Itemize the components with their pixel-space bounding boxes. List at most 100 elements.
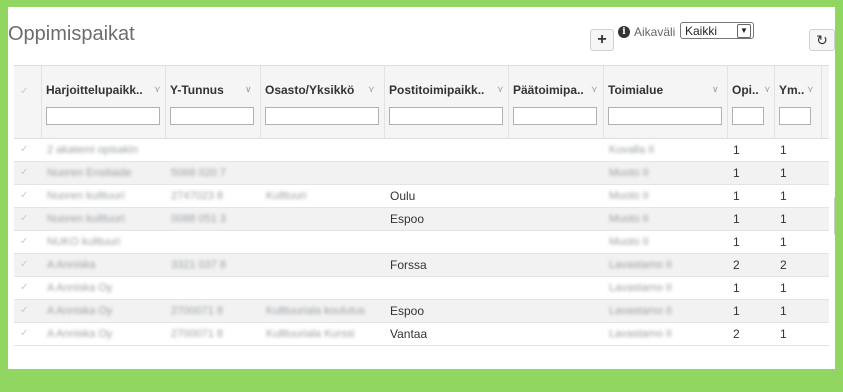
row-checkbox[interactable]: ✓	[20, 167, 28, 178]
col-opi[interactable]: Opi.. ⋎	[728, 66, 775, 138]
table-cell: Kulttuuriala koulutus	[266, 305, 366, 317]
filter-input-harjoittelupaikka[interactable]	[46, 107, 160, 125]
col-toimialue[interactable]: Toimialue ∨	[604, 66, 728, 138]
data-grid: ✓ Harjoittelupaikk.. ⋎ Y-Tunnus ∨ Osasto…	[14, 65, 835, 369]
table-cell: 2	[733, 258, 740, 272]
table-cell: 2	[780, 258, 787, 272]
table-cell: 1	[780, 212, 787, 226]
col-ym[interactable]: Ym.. ⋎	[775, 66, 822, 138]
panel-header: Oppimispaikat + i Aikaväli Kaikki ▼ ↻	[8, 7, 835, 65]
col-paatoimipaikka[interactable]: Päätoimipa.. ⋎	[509, 66, 604, 138]
filter-input-postitoimipaikka[interactable]	[389, 107, 503, 125]
filter-input-osasto[interactable]	[265, 107, 379, 125]
aikavali-label: Aikaväli	[634, 25, 676, 39]
table-cell: A Anniska Oy	[47, 282, 113, 294]
table-cell: 5068 020 7	[171, 167, 227, 179]
table-row[interactable]: ✓ Nuoren kulttuuri 0088 051 3 Espoo Muoto II…	[14, 208, 829, 231]
row-checkbox[interactable]: ✓	[20, 144, 28, 155]
table-row[interactable]: ✓ 2 akatemi opisakin Kuvalla II 1 1	[14, 139, 829, 162]
filter-input-toimialue[interactable]	[608, 107, 722, 125]
col-postitoimipaikka[interactable]: Postitoimipaikk.. ⋎	[385, 66, 509, 138]
table-cell: Lavastamo II	[609, 305, 672, 317]
add-button[interactable]: +	[590, 29, 614, 51]
oppimispaikat-panel: Oppimispaikat + i Aikaväli Kaikki ▼ ↻ ✓ …	[8, 7, 835, 369]
page-title: Oppimispaikat	[8, 23, 135, 45]
table-cell: Forssa	[390, 258, 427, 272]
aikavali-value: Kaikki	[685, 24, 718, 38]
table-cell: 1	[780, 166, 787, 180]
table-cell: 1	[733, 281, 740, 295]
select-all-checkbox[interactable]: ✓	[20, 86, 28, 97]
table-cell: Espoo	[390, 212, 425, 226]
filter-input-paatoimipaikka[interactable]	[513, 107, 597, 125]
row-checkbox[interactable]: ✓	[20, 305, 28, 316]
table-cell: 1	[780, 281, 787, 295]
col-osasto[interactable]: Osasto/Yksikkö ⋎	[261, 66, 385, 138]
table-row[interactable]: ✓ A Anniska Oy 2700071 8 Kulttuuriala koulu…	[14, 300, 829, 323]
table-row[interactable]: ✓ A Anniska Oy Lavastamo II 1 1	[14, 277, 829, 300]
table-cell: 1	[733, 212, 740, 226]
table-row[interactable]: ✓ Nuoren kulttuuri 2747023 8 Kulttuuri Oulu M…	[14, 185, 829, 208]
row-checkbox[interactable]: ✓	[20, 328, 28, 339]
table-cell: Lavastamo II	[609, 259, 672, 271]
table-cell: 0088 051 3	[171, 213, 227, 225]
table-cell: 1	[733, 143, 740, 157]
chevron-down-icon: ▼	[737, 24, 751, 38]
table-cell: 2700071 8	[171, 305, 223, 317]
grid-header: ✓ Harjoittelupaikk.. ⋎ Y-Tunnus ∨ Osasto…	[14, 66, 829, 139]
table-cell: 1	[780, 189, 787, 203]
info-icon: i	[618, 26, 630, 38]
sort-icon[interactable]: ⋎	[591, 84, 598, 95]
row-checkbox[interactable]: ✓	[20, 236, 28, 247]
sort-icon[interactable]: ⋎	[807, 84, 814, 95]
table-cell: 1	[733, 189, 740, 203]
table-cell: Nuoren kulttuuri	[47, 213, 125, 225]
row-checkbox[interactable]: ✓	[20, 190, 28, 201]
row-checkbox[interactable]: ✓	[20, 282, 28, 293]
filter-input-ym[interactable]	[779, 107, 811, 125]
table-cell: 2700071 8	[171, 328, 223, 340]
table-cell: 1	[780, 143, 787, 157]
table-row[interactable]: ✓ NUKO kulttuuri Muoto II 1 1	[14, 231, 829, 254]
table-cell: 1	[733, 166, 740, 180]
scrollbar[interactable]	[834, 196, 835, 236]
filter-input-opi[interactable]	[732, 107, 764, 125]
table-cell: 1	[733, 235, 740, 249]
table-cell: Muoto II	[609, 190, 649, 202]
table-cell: Muoto II	[609, 167, 649, 179]
table-cell: Espoo	[390, 304, 425, 318]
table-cell: 2 akatemi opisakin	[47, 144, 139, 156]
table-row[interactable]: ✓ Nuoren Ensitaide 5068 020 7 Muoto II 1 1	[14, 162, 829, 185]
table-cell: NUKO kulttuuri	[47, 236, 121, 248]
table-cell: Lavastamo II	[609, 328, 672, 340]
row-checkbox[interactable]: ✓	[20, 213, 28, 224]
table-cell: 2747023 8	[171, 190, 223, 202]
table-cell: Oulu	[390, 189, 416, 203]
sort-icon[interactable]: ∨	[245, 84, 252, 95]
table-cell: 1	[780, 235, 787, 249]
row-checkbox[interactable]: ✓	[20, 259, 28, 270]
aikavali-select[interactable]: Kaikki ▼	[680, 22, 754, 39]
sort-icon[interactable]: ⋎	[154, 84, 161, 95]
table-cell: Lavastamo II	[609, 282, 672, 294]
refresh-button[interactable]: ↻	[809, 29, 835, 51]
table-cell: Kuvalla II	[609, 144, 655, 156]
table-row[interactable]: ✓ A Anniska 3321 037 8 Forssa Lavastamo II 2 2	[14, 254, 829, 277]
table-cell: Muoto II	[609, 236, 649, 248]
table-cell: Nuoren kulttuuri	[47, 190, 125, 202]
table-cell: Nuoren Ensitaide	[47, 167, 132, 179]
table-row[interactable]: ✓ A Anniska Oy 2700071 8 Kulttuuriala Kurss…	[14, 323, 829, 346]
table-cell: 1	[780, 304, 787, 318]
table-cell: Vantaa	[390, 327, 428, 341]
sort-icon[interactable]: ∨	[712, 84, 719, 95]
table-cell: A Anniska Oy	[47, 305, 113, 317]
table-cell: A Anniska	[47, 259, 96, 271]
col-harjoittelupaikka[interactable]: Harjoittelupaikk.. ⋎	[42, 66, 166, 138]
table-cell: A Anniska Oy	[47, 328, 113, 340]
col-y-tunnus[interactable]: Y-Tunnus ∨	[166, 66, 261, 138]
filter-input-y-tunnus[interactable]	[170, 107, 254, 125]
sort-icon[interactable]: ⋎	[368, 84, 375, 95]
sort-icon[interactable]: ⋎	[497, 84, 504, 95]
sort-icon[interactable]: ⋎	[764, 84, 771, 95]
table-cell: Kulttuuri	[266, 190, 307, 202]
